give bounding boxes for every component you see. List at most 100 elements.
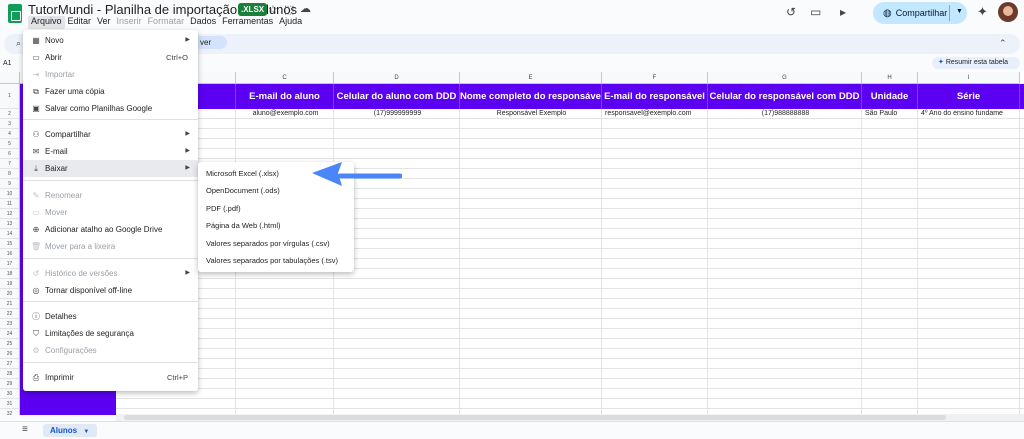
summarize-table-button[interactable]: ✦ Resumir esta tabela <box>932 57 1020 69</box>
sheets-logo-icon[interactable] <box>8 4 22 23</box>
row-header[interactable]: 26 <box>0 349 20 359</box>
row-header[interactable]: 14 <box>0 229 20 239</box>
row-header[interactable]: 13 <box>0 219 20 229</box>
row-header[interactable]: 30 <box>0 389 20 399</box>
column-header[interactable]: H <box>862 72 918 84</box>
row-header[interactable]: 4 <box>0 129 20 139</box>
menu-item-salvar-como-planilhas-google[interactable]: ▣ Salvar como Planilhas Google <box>23 100 198 117</box>
table-cell[interactable]: (17)999999999 <box>337 109 458 119</box>
row-header[interactable]: 32 <box>0 409 20 415</box>
scrollbar-thumb[interactable] <box>124 415 946 420</box>
menu-item-limita-es-de-seguran-a[interactable]: ⛉ Limitações de segurança <box>23 325 198 342</box>
search-menus-icon[interactable]: ⌕ <box>16 38 21 49</box>
table-cell[interactable]: (17)988888888 <box>711 109 860 119</box>
all-sheets-icon[interactable]: ≡ <box>22 424 28 435</box>
row-header[interactable]: 28 <box>0 369 20 379</box>
menu-arquivo[interactable]: Arquivo <box>28 16 65 29</box>
column-header[interactable]: G <box>708 72 862 84</box>
row-header[interactable]: 1 <box>0 84 20 109</box>
share-button[interactable]: ◍ Compartilhar ▼ <box>873 2 967 24</box>
column-header[interactable]: I <box>918 72 1020 84</box>
collapse-toolbar-icon[interactable]: ⌃ <box>999 38 1007 49</box>
row-header[interactable]: 7 <box>0 159 20 169</box>
header-cell[interactable]: E-mail do aluno <box>236 84 334 109</box>
table-cell[interactable]: aluno@exemplo.com <box>239 109 332 119</box>
table-cell[interactable]: 4º Ano do ensino fundame <box>921 109 1018 119</box>
gemini-icon[interactable]: ✦ <box>977 4 988 20</box>
menu-dados[interactable]: Dados <box>187 16 219 29</box>
row-header[interactable]: 9 <box>0 179 20 189</box>
menu-item-fazer-uma-c-pia[interactable]: ⧉ Fazer uma cópia <box>23 83 198 100</box>
comment-icon[interactable]: ▭ <box>810 5 821 19</box>
search-hint-chip[interactable]: ver <box>195 36 227 49</box>
column-header[interactable]: D <box>334 72 460 84</box>
download-option[interactable]: Página da Web (.html) <box>198 217 354 234</box>
column-header[interactable]: F <box>602 72 708 84</box>
header-cell[interactable]: Celular do aluno com DDD <box>334 84 460 109</box>
row-header[interactable]: 22 <box>0 309 20 319</box>
table-cell[interactable]: responsavel@exemplo.com <box>605 109 706 119</box>
corner-select-all[interactable] <box>0 72 20 84</box>
menu-ver[interactable]: Ver <box>94 16 114 29</box>
row-header[interactable]: 31 <box>0 399 20 409</box>
menu-item-e-mail[interactable]: ✉ E-mail ▶ <box>23 143 198 160</box>
menu-item-adicionar-atalho-ao-google-drive[interactable]: ⊕ Adicionar atalho ao Google Drive <box>23 221 198 238</box>
row-header[interactable]: 2 <box>0 109 20 119</box>
header-cell[interactable]: E-mail do responsável <box>602 84 708 109</box>
import-icon: ⇥ <box>32 70 40 79</box>
row-header[interactable]: 15 <box>0 239 20 249</box>
menu-item-imprimir[interactable]: ⎙ Imprimir Ctrl+P <box>23 369 198 386</box>
menu-ajuda[interactable]: Ajuda <box>276 16 305 29</box>
menu-inserir[interactable]: Inserir <box>114 16 145 29</box>
header-cell[interactable]: Unidade <box>862 84 918 109</box>
menu-bar: Arquivo Editar Ver Inserir Formatar Dado… <box>28 16 305 29</box>
menu-editar[interactable]: Editar <box>65 16 95 29</box>
row-header[interactable]: 25 <box>0 339 20 349</box>
column-header[interactable]: C <box>236 72 334 84</box>
row-header[interactable]: 19 <box>0 279 20 289</box>
cell-reference[interactable]: A1 <box>3 60 12 67</box>
row-header[interactable]: 3 <box>0 119 20 129</box>
row-header[interactable]: 12 <box>0 209 20 219</box>
star-icon[interactable]: ☆ <box>268 3 278 16</box>
row-header[interactable]: 10 <box>0 189 20 199</box>
menu-item-compartilhar[interactable]: ⚇ Compartilhar ▶ <box>23 126 198 143</box>
row-header[interactable]: 16 <box>0 249 20 259</box>
download-option[interactable]: Valores separados por vírgulas (.csv) <box>198 235 354 252</box>
menu-item-abrir[interactable]: ▭ Abrir Ctrl+O <box>23 49 198 66</box>
menu-item-label: Imprimir <box>45 373 74 382</box>
header-cell[interactable]: Série <box>918 84 1020 109</box>
column-header[interactable]: E <box>460 72 602 84</box>
move-icon[interactable]: ⬚ <box>284 3 294 16</box>
menu-item-baixar[interactable]: ⤓ Baixar ▶ <box>23 160 198 177</box>
download-option[interactable]: PDF (.pdf) <box>198 200 354 217</box>
row-header[interactable]: 11 <box>0 199 20 209</box>
sheet-tab-alunos[interactable]: Alunos ▼ <box>43 424 97 437</box>
row-header[interactable]: 21 <box>0 299 20 309</box>
menu-ferramentas[interactable]: Ferramentas <box>219 16 276 29</box>
video-icon[interactable]: ▸ <box>840 5 846 19</box>
menu-item-novo[interactable]: ▦ Novo ▶ <box>23 32 198 49</box>
row-header[interactable]: 6 <box>0 149 20 159</box>
header-cell[interactable]: Nome completo do responsável <box>460 84 602 109</box>
row-header[interactable]: 8 <box>0 169 20 179</box>
table-cell[interactable]: São Paulo <box>865 109 916 119</box>
menu-formatar[interactable]: Formatar <box>145 16 188 29</box>
row-header[interactable]: 20 <box>0 289 20 299</box>
table-cell[interactable]: Responsável Exemplo <box>463 109 600 119</box>
share-dropdown-icon[interactable]: ▼ <box>956 8 963 15</box>
header-cell[interactable]: Celular do responsável com DDD <box>708 84 862 109</box>
menu-item-detalhes[interactable]: ⓘ Detalhes <box>23 308 198 325</box>
history-icon[interactable]: ↺ <box>786 5 796 19</box>
menu-item-tornar-dispon-vel-off-line[interactable]: ◎ Tornar disponível off-line <box>23 282 198 299</box>
cloud-icon[interactable]: ☁ <box>300 2 311 15</box>
row-header[interactable]: 23 <box>0 319 20 329</box>
row-header[interactable]: 5 <box>0 139 20 149</box>
avatar[interactable] <box>998 2 1018 22</box>
row-header[interactable]: 24 <box>0 329 20 339</box>
row-header[interactable]: 18 <box>0 269 20 279</box>
row-header[interactable]: 17 <box>0 259 20 269</box>
row-header[interactable]: 29 <box>0 379 20 389</box>
row-header[interactable]: 27 <box>0 359 20 369</box>
download-option[interactable]: Valores separados por tabulações (.tsv) <box>198 252 354 269</box>
